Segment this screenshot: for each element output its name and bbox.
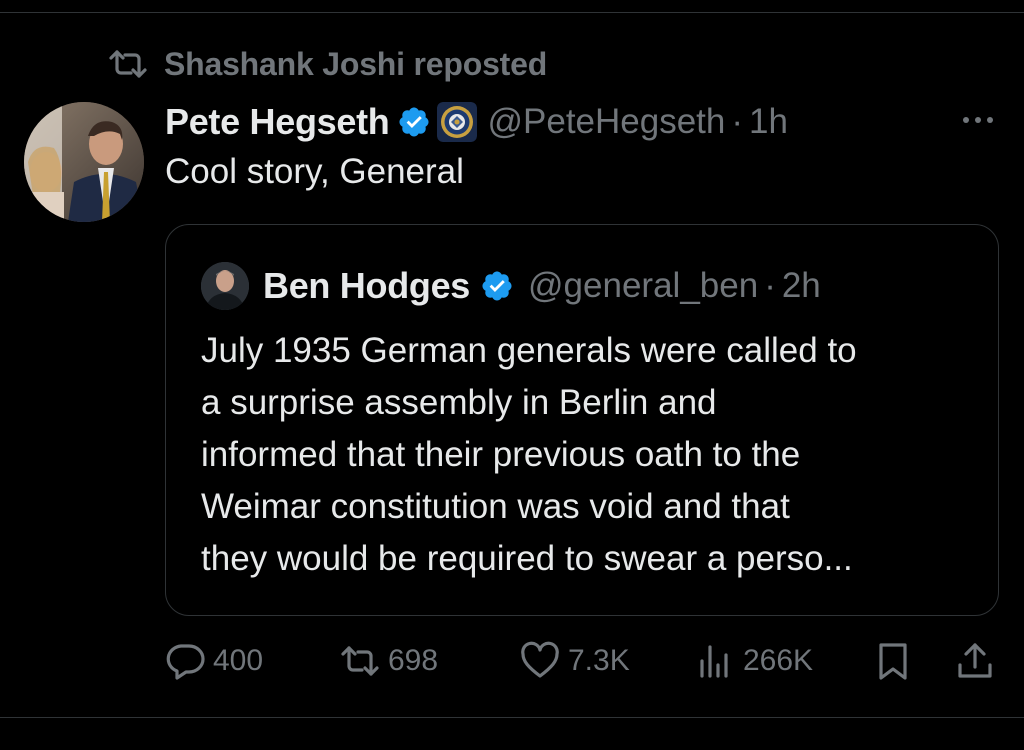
author-handle[interactable]: @PeteHegseth — [487, 102, 725, 142]
repost-context[interactable]: Shashank Joshi reposted — [108, 44, 547, 84]
share-button[interactable] — [955, 636, 995, 686]
repost-button[interactable]: 698 — [340, 636, 438, 686]
reply-icon — [166, 644, 205, 680]
views-chart-icon — [700, 645, 728, 678]
more-icon[interactable] — [958, 108, 998, 132]
views-count: 266K — [743, 644, 814, 677]
share-icon — [958, 643, 992, 678]
quoted-text-line: they would be required to swear a perso.… — [201, 539, 853, 578]
tweet-timestamp[interactable]: 1h — [749, 102, 788, 142]
header-separator: · — [731, 102, 744, 141]
top-divider — [0, 12, 1024, 13]
author-avatar[interactable] — [24, 102, 144, 222]
quoted-tweet-card[interactable]: Ben Hodges @general_ben · 2h July 1935 G… — [165, 224, 999, 616]
quoted-text-line: a surprise assembly in Berlin and — [201, 383, 717, 422]
reply-count: 400 — [213, 644, 264, 677]
like-button[interactable]: 7.3K — [520, 636, 630, 686]
tweet-header: Pete Hegseth @PeteHegseth · 1h — [165, 98, 788, 146]
quoted-tweet-text: July 1935 German generals were called to… — [201, 325, 991, 585]
repost-count: 698 — [388, 644, 439, 677]
quoted-verified-badge-icon[interactable] — [480, 269, 514, 303]
heart-icon — [521, 641, 559, 678]
quoted-tweet-header: Ben Hodges @general_ben · 2h — [201, 261, 821, 311]
author-name[interactable]: Pete Hegseth — [165, 101, 390, 143]
quoted-tweet-timestamp[interactable]: 2h — [782, 266, 821, 306]
quoted-text-line: informed that their previous oath to the — [201, 435, 801, 474]
tweet-action-bar: 400 698 7.3K 266K — [165, 636, 1005, 686]
verified-badge-icon[interactable] — [397, 105, 431, 139]
quoted-author-avatar[interactable] — [201, 262, 249, 310]
bookmark-button[interactable] — [873, 636, 913, 686]
quoted-text-line: July 1935 German generals were called to — [201, 331, 857, 370]
quoted-text-line: Weimar constitution was void and that — [201, 487, 790, 526]
bottom-divider — [0, 717, 1024, 718]
quoted-header-separator: · — [764, 266, 776, 305]
like-count: 7.3K — [568, 644, 630, 677]
repost-icon — [109, 50, 147, 78]
dod-affiliation-icon[interactable] — [437, 102, 478, 142]
quoted-author-name[interactable]: Ben Hodges — [263, 265, 470, 307]
quoted-author-handle[interactable]: @general_ben — [528, 266, 758, 306]
repost-icon — [341, 646, 379, 676]
views-button[interactable]: 266K — [695, 636, 813, 686]
repost-label: Shashank Joshi reposted — [164, 45, 548, 82]
tweet-text: Cool story, General — [165, 152, 464, 191]
bookmark-icon — [879, 643, 907, 680]
reply-button[interactable]: 400 — [165, 636, 263, 686]
